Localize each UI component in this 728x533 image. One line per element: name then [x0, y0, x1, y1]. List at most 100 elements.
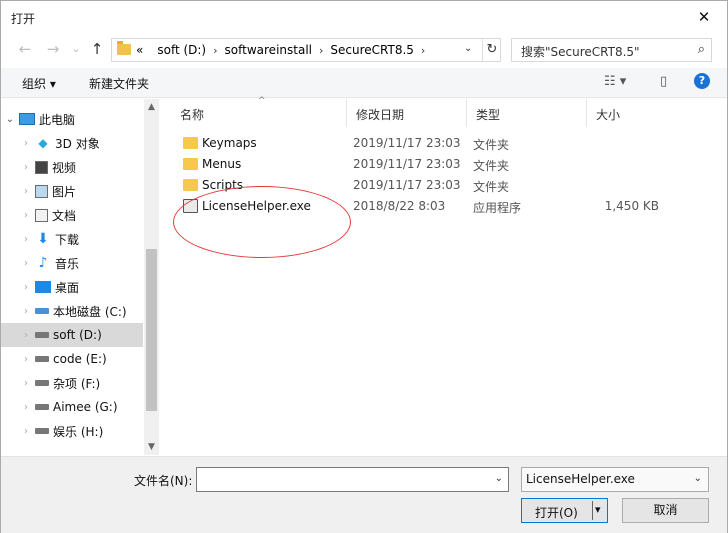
- dialog-footer: 文件名(N): ⌄ LicenseHelper.exe ⌄ 打开(O) ▾ 取消: [1, 456, 727, 533]
- picture-icon: [35, 184, 48, 198]
- sidebar-item-drive-f[interactable]: › 杂项 (F:): [1, 371, 143, 395]
- search-input[interactable]: 搜索"SecureCRT8.5" ⌕: [511, 38, 712, 62]
- navigation-row: ← → ⌄ ↑ « soft (D:) › softwareinstall › …: [1, 34, 727, 64]
- cancel-button[interactable]: 取消: [622, 498, 709, 523]
- download-icon: ⬇: [37, 231, 49, 247]
- column-label: 大小: [596, 108, 621, 122]
- sidebar-item-label: 娱乐 (H:): [53, 424, 104, 439]
- sidebar-scrollbar[interactable]: ▲ ▼: [144, 99, 159, 455]
- file-type-filter[interactable]: LicenseHelper.exe ⌄: [521, 467, 709, 492]
- drive-icon: [35, 404, 49, 410]
- navigation-pane: ⌄ 此电脑 › ◆ 3D 对象 › 视频 › 图片 › 文档 › ⬇ 下载 › …: [1, 99, 159, 455]
- breadcrumb-chevron-icon[interactable]: ›: [421, 44, 425, 57]
- sidebar-item-label: 此电脑: [39, 112, 76, 127]
- back-arrow-icon[interactable]: ←: [16, 40, 34, 58]
- close-icon[interactable]: ✕: [681, 1, 727, 32]
- scrollbar-thumb[interactable]: [146, 249, 157, 411]
- sidebar-item-label: Aimee (G:): [53, 400, 118, 414]
- column-header-name[interactable]: ^ 名称: [171, 96, 347, 127]
- organize-button[interactable]: 组织 ▾: [22, 75, 56, 92]
- open-button[interactable]: 打开(O) ▾: [521, 498, 608, 523]
- open-file-dialog: 打开 ✕ ← → ⌄ ↑ « soft (D:) › softwareinsta…: [0, 0, 728, 533]
- sidebar-item-label: code (E:): [53, 352, 107, 366]
- collapsed-chevron-icon[interactable]: ›: [17, 354, 35, 365]
- collapsed-chevron-icon[interactable]: ›: [17, 210, 35, 221]
- sidebar-item-drive-e[interactable]: › code (E:): [1, 347, 143, 371]
- table-row[interactable]: Keymaps 2019/11/17 23:03 文件夹: [171, 133, 727, 154]
- filename-input[interactable]: ⌄: [196, 467, 509, 492]
- sidebar-item-3d-objects[interactable]: › ◆ 3D 对象: [1, 131, 143, 155]
- sidebar-item-drive-h[interactable]: › 娱乐 (H:): [1, 419, 143, 443]
- sidebar-item-videos[interactable]: › 视频: [1, 155, 143, 179]
- collapsed-chevron-icon[interactable]: ›: [17, 234, 35, 245]
- folder-icon: [183, 158, 198, 170]
- breadcrumb-item[interactable]: soft (D:): [157, 43, 206, 57]
- sidebar-item-label: 音乐: [55, 256, 80, 271]
- dialog-title: 打开: [11, 12, 36, 26]
- collapsed-chevron-icon[interactable]: ›: [17, 426, 35, 437]
- breadcrumb-item[interactable]: softwareinstall: [225, 43, 312, 57]
- drive-icon: [35, 380, 49, 386]
- address-bar[interactable]: « soft (D:) › softwareinstall › SecureCR…: [111, 38, 501, 62]
- column-header-type[interactable]: 类型: [467, 99, 587, 127]
- expanded-chevron-icon[interactable]: ⌄: [1, 114, 19, 125]
- table-row[interactable]: Menus 2019/11/17 23:03 文件夹: [171, 154, 727, 175]
- new-folder-button[interactable]: 新建文件夹: [89, 75, 149, 92]
- title-bar: 打开 ✕: [1, 1, 727, 34]
- folder-icon: [117, 41, 131, 55]
- collapsed-chevron-icon[interactable]: ›: [17, 402, 35, 413]
- view-options-icon[interactable]: ☷ ▾: [604, 74, 626, 89]
- drive-icon: [35, 332, 49, 338]
- filter-dropdown-icon[interactable]: ⌄: [694, 473, 702, 484]
- column-label: 修改日期: [356, 108, 405, 122]
- file-type: 文件夹: [473, 180, 510, 194]
- sidebar-item-drive-g[interactable]: › Aimee (G:): [1, 395, 143, 419]
- file-date: 2019/11/17 23:03: [353, 178, 461, 192]
- drive-icon: [35, 428, 49, 434]
- collapsed-chevron-icon[interactable]: ›: [17, 258, 35, 269]
- sort-ascending-icon: ^: [258, 96, 266, 106]
- help-icon[interactable]: ?: [694, 73, 710, 89]
- breadcrumb: « soft (D:) › softwareinstall › SecureCR…: [136, 43, 432, 57]
- up-arrow-icon[interactable]: ↑: [88, 40, 106, 58]
- scroll-down-icon[interactable]: ▼: [144, 439, 159, 455]
- sidebar-item-documents[interactable]: › 文档: [1, 203, 143, 227]
- sidebar-item-music[interactable]: › ♪ 音乐: [1, 251, 143, 275]
- sidebar-item-desktop[interactable]: › 桌面: [1, 275, 143, 299]
- collapsed-chevron-icon[interactable]: ›: [17, 162, 35, 173]
- address-dropdown-icon[interactable]: ⌄: [464, 43, 472, 54]
- column-header-size[interactable]: 大小: [587, 99, 683, 127]
- file-list: ^ 名称 修改日期 类型 大小 Keymaps 2019/11/17 23:03…: [171, 96, 727, 455]
- file-size: 1,450 KB: [604, 199, 659, 213]
- breadcrumb-item[interactable]: SecureCRT8.5: [330, 43, 414, 57]
- filename-dropdown-icon[interactable]: ⌄: [495, 473, 503, 484]
- scroll-up-icon[interactable]: ▲: [144, 99, 159, 115]
- column-header-date[interactable]: 修改日期: [347, 99, 467, 127]
- collapsed-chevron-icon[interactable]: ›: [17, 186, 35, 197]
- collapsed-chevron-icon[interactable]: ›: [17, 306, 35, 317]
- collapsed-chevron-icon[interactable]: ›: [17, 330, 35, 341]
- collapsed-chevron-icon[interactable]: ›: [17, 378, 35, 389]
- collapsed-chevron-icon[interactable]: ›: [17, 138, 35, 149]
- sidebar-item-drive-d[interactable]: › soft (D:): [1, 323, 143, 347]
- breadcrumb-chevron-icon[interactable]: ›: [319, 44, 323, 57]
- preview-pane-icon[interactable]: ▯: [660, 74, 667, 89]
- open-options-icon[interactable]: ▾: [595, 503, 601, 516]
- sidebar-item-pictures[interactable]: › 图片: [1, 179, 143, 203]
- refresh-icon[interactable]: ↻: [482, 39, 501, 61]
- breadcrumb-overflow-icon[interactable]: «: [136, 43, 143, 57]
- sidebar-item-drive-c[interactable]: › 本地磁盘 (C:): [1, 299, 143, 323]
- column-label: 类型: [476, 108, 501, 122]
- breadcrumb-chevron-icon[interactable]: ›: [213, 44, 217, 57]
- recent-locations-chevron-icon[interactable]: ⌄: [67, 40, 85, 58]
- system-drive-icon: [35, 308, 49, 314]
- sidebar-item-label: 本地磁盘 (C:): [53, 304, 127, 319]
- sidebar-item-downloads[interactable]: › ⬇ 下载: [1, 227, 143, 251]
- search-placeholder: 搜索"SecureCRT8.5": [521, 45, 640, 59]
- cube-icon: ◆: [38, 136, 48, 150]
- forward-arrow-icon[interactable]: →: [44, 40, 62, 58]
- collapsed-chevron-icon[interactable]: ›: [17, 282, 35, 293]
- file-date: 2019/11/17 23:03: [353, 157, 461, 171]
- file-name: Keymaps: [202, 136, 257, 150]
- sidebar-item-this-pc[interactable]: ⌄ 此电脑: [1, 107, 143, 131]
